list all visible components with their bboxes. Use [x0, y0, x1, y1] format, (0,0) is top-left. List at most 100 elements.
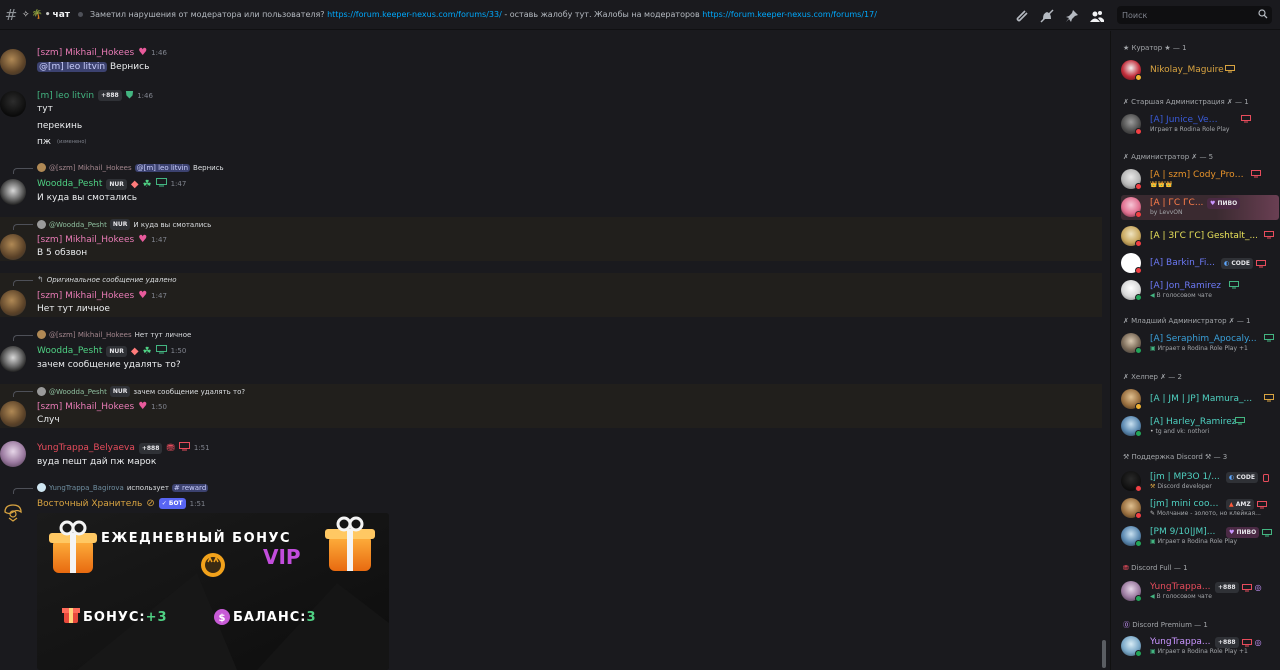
message-text: И куда вы смотались — [37, 193, 138, 203]
member-name: Nikolay_Maguire — [1150, 65, 1224, 75]
message-author[interactable]: [szm] Mikhail_Hokees — [37, 291, 134, 301]
search-box[interactable] — [1117, 6, 1272, 24]
server-tag[interactable]: +888 — [138, 442, 163, 454]
status-online-icon — [1135, 347, 1142, 354]
member-item[interactable]: [A] Barkin_Fi... ◐ CODE — [1121, 251, 1279, 276]
status-online-icon — [1135, 595, 1142, 602]
member-item[interactable]: YungTrappa... +888 ◎ ▣ Играет в Rodina Ro… — [1121, 634, 1279, 659]
reply-preview[interactable]: @[szm] Mikhail_Hokees @[m] leo litvin Ве… — [37, 163, 224, 172]
avatar[interactable] — [0, 346, 26, 372]
reply-author[interactable]: @Woodda_Pesht — [49, 221, 107, 229]
reply-author[interactable]: @[szm] Mikhail_Hokees — [49, 331, 132, 339]
avatar[interactable] — [0, 441, 26, 467]
member-name: [A | szm] Cody_Proven... — [1150, 170, 1246, 180]
message-author[interactable]: Woodda_Pesht — [37, 179, 102, 189]
desktop-icon — [1241, 638, 1252, 646]
member-activity-text: Discord developer — [1157, 483, 1212, 490]
member-item[interactable]: Nikolay_Maguire — [1121, 58, 1279, 83]
message-timestamp: 1:51 — [189, 499, 206, 508]
member-item[interactable]: [jm | МРЗО 1/... ◐ CODE ⚒ Discord develo… — [1121, 469, 1279, 494]
chat-scrollbar[interactable] — [1102, 640, 1106, 668]
reply-text: Вернись — [193, 163, 224, 172]
cat-coin-icon — [201, 553, 225, 577]
banner-title: ЕЖЕДНЕВНЫЙ БОНУС — [101, 531, 292, 546]
bot-avatar[interactable] — [0, 499, 26, 525]
reply-author[interactable]: @[szm] Mikhail_Hokees — [49, 164, 132, 172]
topic-link-forum-17[interactable]: https://forum.keeper-nexus.com/forums/17… — [702, 10, 877, 19]
member-item[interactable]: [jm] mini cooper ▲ AMZ ✎ Молчание - золо… — [1121, 496, 1279, 521]
member-item[interactable]: [A] Junice_Vectrall Играет в Rodina Role… — [1121, 112, 1279, 137]
reply-mention[interactable]: @[m] leo litvin — [134, 163, 191, 172]
avatar[interactable] — [0, 290, 26, 316]
message-author[interactable]: [szm] Mikhail_Hokees — [37, 48, 134, 58]
channel-name[interactable]: ✧ 🌴 • чат — [22, 10, 70, 20]
voice-icon: ◀ — [1150, 593, 1155, 600]
member-item[interactable]: [PM 9/10|JM]... ♥ ПИВО ▣ Играет в Rodina… — [1121, 524, 1279, 549]
member-badges: ◐ CODE — [1226, 472, 1271, 483]
fire-icon: ▲ — [1229, 501, 1234, 508]
message: YungTrappa_Belyaeva +888 ⛃ 1:51 вуда пеш… — [0, 439, 1102, 475]
message-author[interactable]: [szm] Mikhail_Hokees — [37, 402, 134, 412]
reply-preview[interactable]: @Woodda_Pesht NUR зачем сообщение удалят… — [37, 386, 245, 397]
message-author[interactable]: Восточный Хранитель — [37, 499, 142, 509]
server-tag[interactable]: NUR — [106, 178, 127, 190]
command-mention[interactable]: # reward — [171, 483, 209, 492]
member-item[interactable]: [A] Jon_Ramirez ◀ В голосовом чате — [1121, 278, 1279, 303]
desktop-icon — [1255, 259, 1266, 267]
avatar[interactable] — [0, 234, 26, 260]
notifications-muted-icon[interactable] — [1038, 7, 1055, 24]
avatar[interactable] — [0, 401, 26, 427]
member-item[interactable]: [A | ЗГС ГС] Geshtalt_... — [1121, 224, 1279, 249]
member-name: [A | ГС ГС... — [1150, 198, 1204, 208]
member-list[interactable]: ★ Куратор ★ — 1 Nikolay_Maguire ✗ Старша… — [1110, 31, 1280, 670]
message-author[interactable]: YungTrappa_Belyaeva — [37, 443, 135, 453]
role-header: ✗ Хелпер ✗ — 2 — [1123, 373, 1182, 381]
member-name: [A] Seraphim_Apocaly... — [1150, 334, 1257, 344]
daily-bonus-image[interactable]: $ ЕЖЕДНЕВНЫЙ БОНУС VIP БОНУС:+3 БАЛАНС:3 — [37, 513, 389, 670]
server-tag[interactable]: NUR — [109, 219, 131, 230]
pin-icon[interactable] — [1063, 7, 1080, 24]
message-list[interactable]: [szm] Mikhail_Hokees ♥ 1:46 @[m] leo lit… — [0, 31, 1110, 670]
server-tag[interactable]: NUR — [106, 345, 127, 357]
message: [szm] Mikhail_Hokees ♥ 1:46 @[m] leo lit… — [0, 45, 1102, 87]
server-tag[interactable]: NUR — [109, 386, 131, 397]
reply-spine — [13, 280, 33, 286]
member-badges — [1251, 170, 1261, 178]
frog-badge-icon: ☘ — [142, 178, 152, 190]
member-item[interactable]: [A | szm] Cody_Proven... 👑👑👑 — [1121, 167, 1279, 192]
reply-author[interactable]: YungTrappa_Bagirova — [49, 484, 124, 492]
reply-text: Нет тут личное — [134, 330, 192, 339]
server-tag[interactable]: +888 — [98, 90, 122, 101]
avatar[interactable] — [0, 49, 26, 75]
avatar[interactable] — [0, 91, 26, 117]
desktop-icon — [1251, 170, 1261, 178]
reply-preview[interactable]: @[szm] Mikhail_Hokees Нет тут личное — [37, 330, 191, 339]
member-item[interactable]: [A] Harley_Ramirez • tg and vk: nothori — [1121, 414, 1279, 439]
message-author[interactable]: Woodda_Pesht — [37, 346, 102, 356]
member-item-selected[interactable]: [A | ГС ГС... ♥ ПИВО by LevvON — [1121, 195, 1279, 220]
avatar[interactable] — [0, 179, 26, 205]
reply-author[interactable]: @Woodda_Pesht — [49, 388, 107, 396]
member-item[interactable]: [A] Seraphim_Apocaly... ▣ Играет в Rodin… — [1121, 331, 1279, 356]
desktop-icon — [155, 178, 167, 190]
member-badges: ◐ CODE — [1221, 258, 1266, 269]
server-tag-label: CODE — [1231, 260, 1250, 267]
search-input[interactable] — [1122, 10, 1252, 20]
topic-link-forum-33[interactable]: https://forum.keeper-nexus.com/forums/33… — [327, 10, 502, 19]
member-item[interactable]: [A | JM | JP] Mamura_... — [1121, 387, 1279, 412]
message-author[interactable]: [szm] Mikhail_Hokees — [37, 235, 134, 245]
server-tag: ♥ ПИВО — [1226, 527, 1260, 538]
member-item[interactable]: YungTrappa... +888 ◎ ◀ В голосовом чате — [1121, 579, 1279, 604]
verified-circle-icon: ⊘ — [146, 498, 155, 509]
user-mention[interactable]: @[m] leo litvin — [37, 62, 108, 72]
member-activity: Играет в Rodina Role Play — [1150, 126, 1230, 133]
channel-topic[interactable]: Заметил нарушения от модератора или поль… — [90, 10, 935, 19]
member-list-icon[interactable] — [1088, 7, 1105, 24]
threads-icon[interactable] — [1013, 7, 1030, 24]
message-author[interactable]: [m] leo litvin — [37, 91, 94, 101]
message-text: тут — [37, 104, 53, 114]
nitro-icon: ◎ — [1254, 583, 1262, 592]
member-activity: ◀ В голосовом чате — [1150, 292, 1275, 299]
reply-preview[interactable]: @Woodda_Pesht NUR И куда вы смотались — [37, 219, 211, 230]
command-usage[interactable]: YungTrappa_Bagirova использует # reward — [37, 483, 209, 492]
